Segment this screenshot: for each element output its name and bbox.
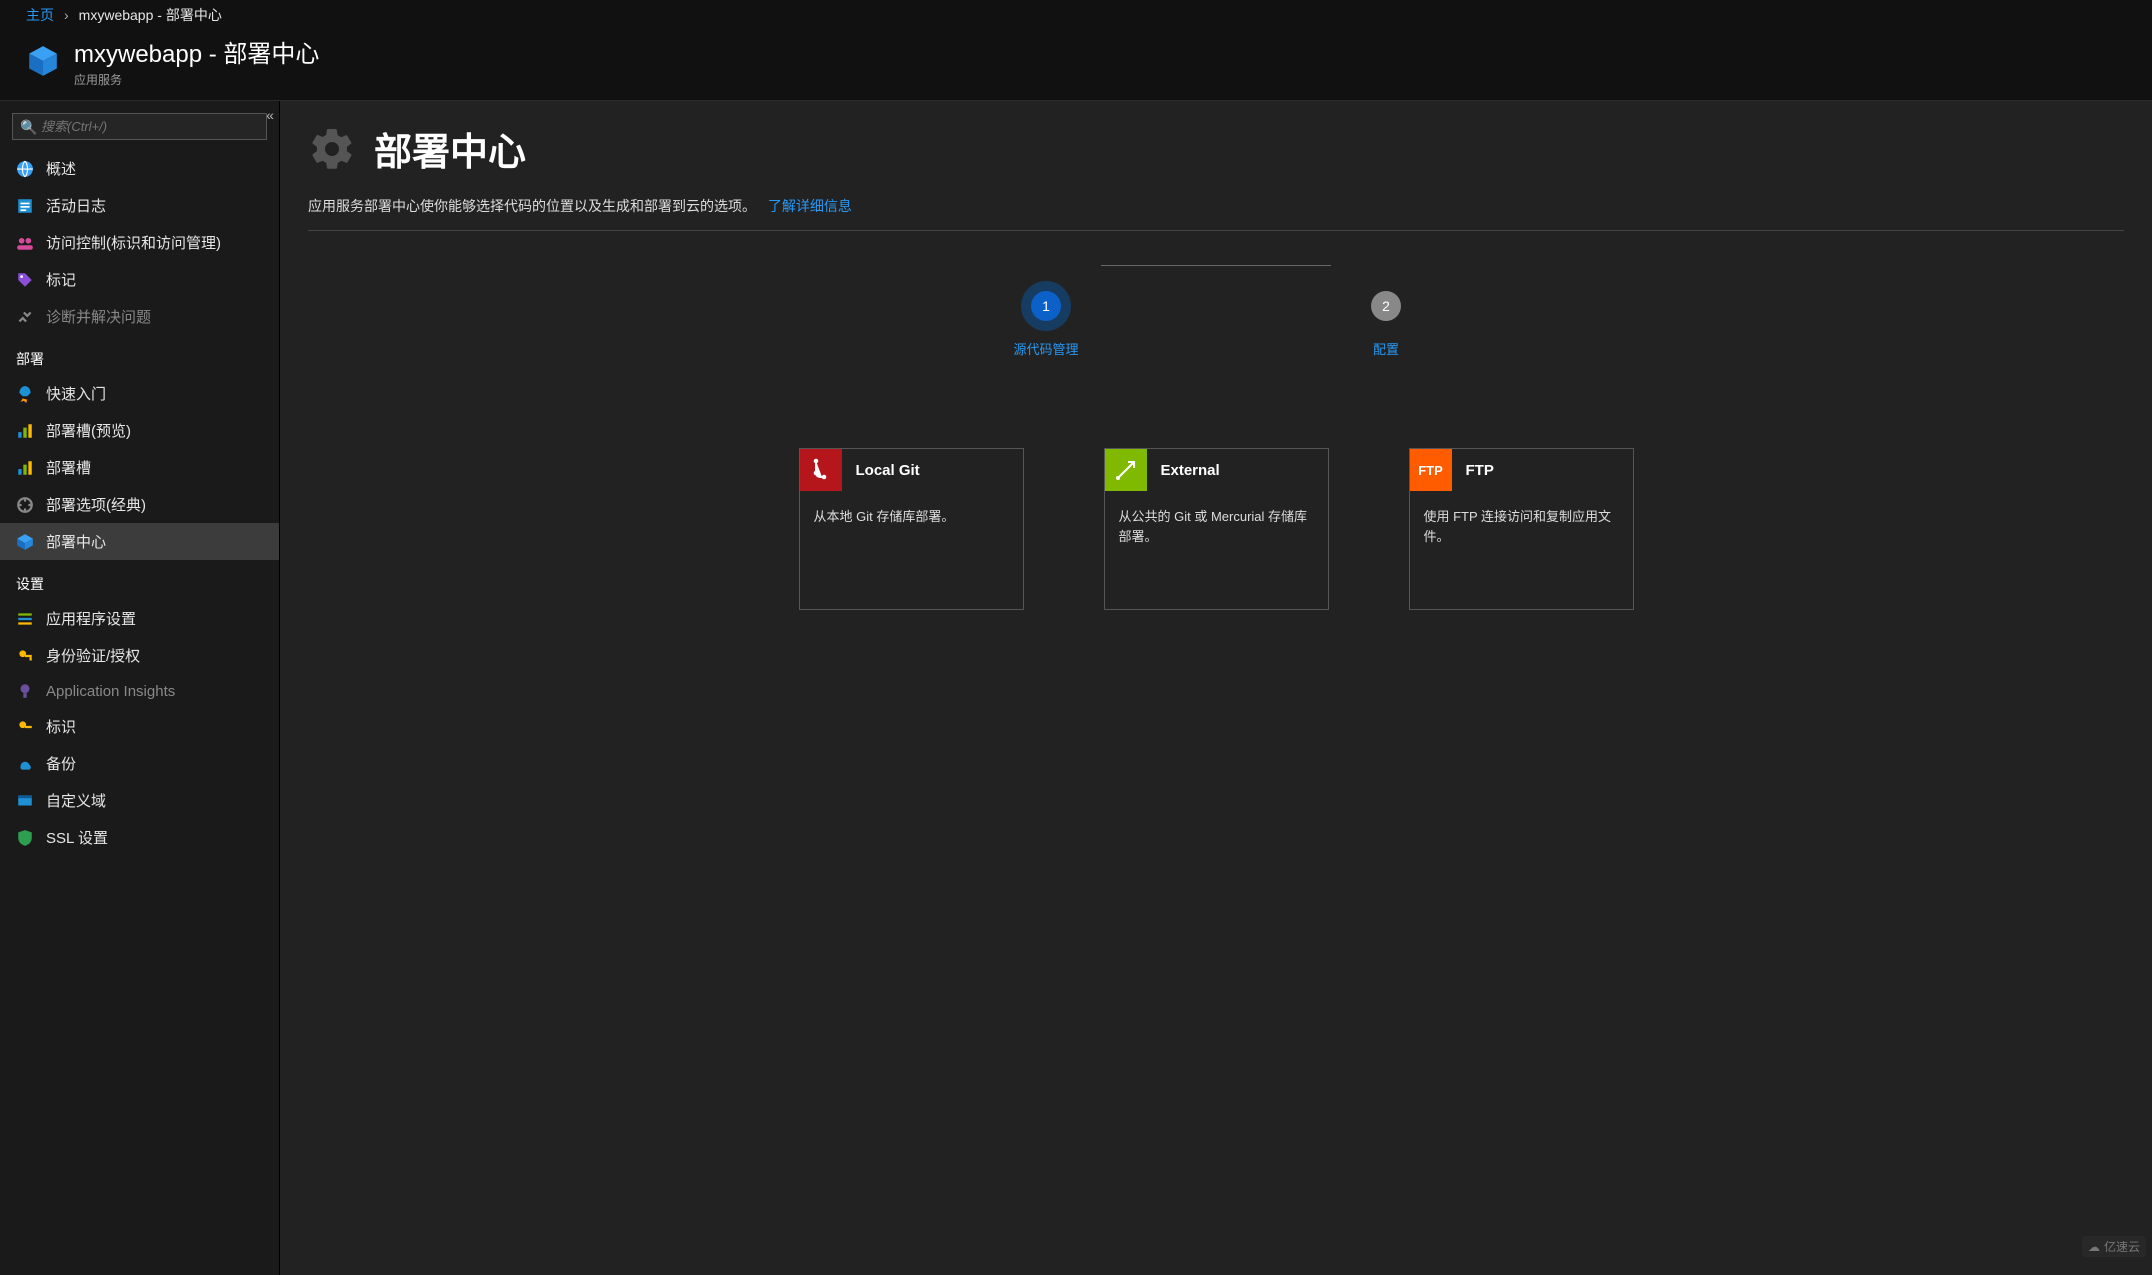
backup-icon: [16, 755, 34, 773]
sidebar-item-label: 访问控制(标识和访问管理): [46, 232, 221, 253]
card-title: External: [1147, 462, 1220, 479]
options-icon: [16, 496, 34, 514]
iam-icon: [16, 234, 34, 252]
insights-icon: [16, 682, 34, 700]
divider: [308, 230, 2124, 231]
step-1[interactable]: 1 源代码管理: [991, 291, 1101, 358]
breadcrumb-current: mxywebapp - 部署中心: [79, 5, 222, 25]
sidebar-item-insights[interactable]: Application Insights: [0, 674, 279, 708]
card-body: 从公共的 Git 或 Mercurial 存储库部署。: [1105, 491, 1328, 562]
sidebar-item-label: 活动日志: [46, 195, 106, 216]
sidebar-item-label: 概述: [46, 158, 76, 179]
id-icon: [16, 718, 34, 736]
source-card-git[interactable]: Local Git 从本地 Git 存储库部署。: [799, 448, 1024, 610]
card-body: 从本地 Git 存储库部署。: [800, 491, 1023, 543]
sidebar-item-auth[interactable]: 身份验证/授权: [0, 637, 279, 674]
sidebar-item-label: 部署中心: [46, 531, 106, 552]
sidebar-item-label: 应用程序设置: [46, 608, 136, 629]
page-title: mxywebapp - 部署中心: [74, 34, 319, 69]
sidebar-item-label: 快速入门: [46, 383, 106, 404]
step-label: 源代码管理: [1013, 339, 1078, 358]
sidebar-item-label: 诊断并解决问题: [46, 306, 151, 327]
sidebar-item-rocket[interactable]: 快速入门: [0, 375, 279, 412]
sidebar-item-tag[interactable]: 标记: [0, 261, 279, 298]
deploy-stepper: 1 源代码管理 2 配置: [308, 291, 2124, 358]
sidebar-item-label: 备份: [46, 753, 76, 774]
sidebar-item-slot[interactable]: 部署槽(预览): [0, 412, 279, 449]
step-circle: 2: [1371, 291, 1401, 321]
sidebar-item-label: 标记: [46, 269, 76, 290]
breadcrumb-home[interactable]: 主页: [26, 5, 54, 25]
sidebar-item-appcfg[interactable]: 应用程序设置: [0, 600, 279, 637]
sidebar-item-label: Application Insights: [46, 683, 175, 700]
rocket-icon: [16, 385, 34, 403]
step-label: 配置: [1373, 339, 1399, 358]
appcfg-icon: [16, 610, 34, 628]
sidebar-item-slot2[interactable]: 部署槽: [0, 449, 279, 486]
card-title: Local Git: [842, 462, 920, 479]
sidebar-item-label: 标识: [46, 716, 76, 737]
card-title: FTP: [1452, 462, 1494, 479]
cloud-icon: ☁: [2088, 1240, 2100, 1254]
step-circle: 1: [1031, 291, 1061, 321]
sidebar-item-label: SSL 设置: [46, 827, 108, 848]
app-service-icon: [26, 44, 60, 78]
sidebar-item-center[interactable]: 部署中心: [0, 523, 279, 560]
git-icon: [800, 449, 842, 491]
sidebar-item-label: 身份验证/授权: [46, 645, 140, 666]
sidebar-item-domain[interactable]: 自定义域: [0, 782, 279, 819]
slot2-icon: [16, 459, 34, 477]
sidebar-item-ssl[interactable]: SSL 设置: [0, 819, 279, 856]
sidebar-item-id[interactable]: 标识: [0, 708, 279, 745]
center-icon: [16, 533, 34, 551]
page-subtitle: 应用服务: [74, 71, 319, 88]
source-card-ftp[interactable]: FTPFTP使用 FTP 连接访问和复制应用文件。: [1409, 448, 1634, 610]
domain-icon: [16, 792, 34, 810]
step-connector: [1101, 265, 1331, 266]
step-2[interactable]: 2 配置: [1331, 291, 1441, 358]
breadcrumb: 主页 › mxywebapp - 部署中心: [0, 0, 2152, 30]
card-body: 使用 FTP 连接访问和复制应用文件。: [1410, 491, 1633, 562]
auth-icon: [16, 647, 34, 665]
sidebar-item-label: 自定义域: [46, 790, 106, 811]
sidebar-item-label: 部署选项(经典): [46, 494, 146, 515]
gear-icon: [308, 125, 356, 173]
page-title-bar: mxywebapp - 部署中心 应用服务: [0, 30, 2152, 100]
sidebar-item-log[interactable]: 活动日志: [0, 187, 279, 224]
content-title: 部署中心: [374, 121, 526, 176]
learn-more-link[interactable]: 了解详细信息: [768, 198, 852, 214]
slot-icon: [16, 422, 34, 440]
sidebar-section-deploy: 部署: [0, 335, 279, 375]
sidebar-item-label: 部署槽(预览): [46, 420, 131, 441]
content-area: 部署中心 应用服务部署中心使你能够选择代码的位置以及生成和部署到云的选项。 了解…: [280, 101, 2152, 1275]
content-description: 应用服务部署中心使你能够选择代码的位置以及生成和部署到云的选项。 了解详细信息: [308, 196, 2124, 216]
sidebar-search-input[interactable]: [12, 113, 267, 140]
breadcrumb-separator: ›: [64, 7, 69, 23]
sidebar: « 🔍 概述活动日志访问控制(标识和访问管理)标记诊断并解决问题 部署 快速入门…: [0, 101, 280, 1275]
sidebar-item-options[interactable]: 部署选项(经典): [0, 486, 279, 523]
ext-icon: [1105, 449, 1147, 491]
ftp-icon: FTP: [1410, 449, 1452, 491]
globe-icon: [16, 160, 34, 178]
source-cards-row: Local Git 从本地 Git 存储库部署。 External 从公共的 Git …: [308, 448, 2124, 610]
sidebar-item-label: 部署槽: [46, 457, 91, 478]
watermark: ☁ 亿速云: [2082, 1236, 2146, 1257]
diag-icon: [16, 308, 34, 326]
ssl-icon: [16, 829, 34, 847]
sidebar-item-backup[interactable]: 备份: [0, 745, 279, 782]
sidebar-section-settings: 设置: [0, 560, 279, 600]
source-card-ext[interactable]: External 从公共的 Git 或 Mercurial 存储库部署。: [1104, 448, 1329, 610]
sidebar-item-globe[interactable]: 概述: [0, 150, 279, 187]
sidebar-item-iam[interactable]: 访问控制(标识和访问管理): [0, 224, 279, 261]
search-icon: 🔍: [20, 119, 37, 136]
sidebar-item-diag[interactable]: 诊断并解决问题: [0, 298, 279, 335]
log-icon: [16, 197, 34, 215]
tag-icon: [16, 271, 34, 289]
